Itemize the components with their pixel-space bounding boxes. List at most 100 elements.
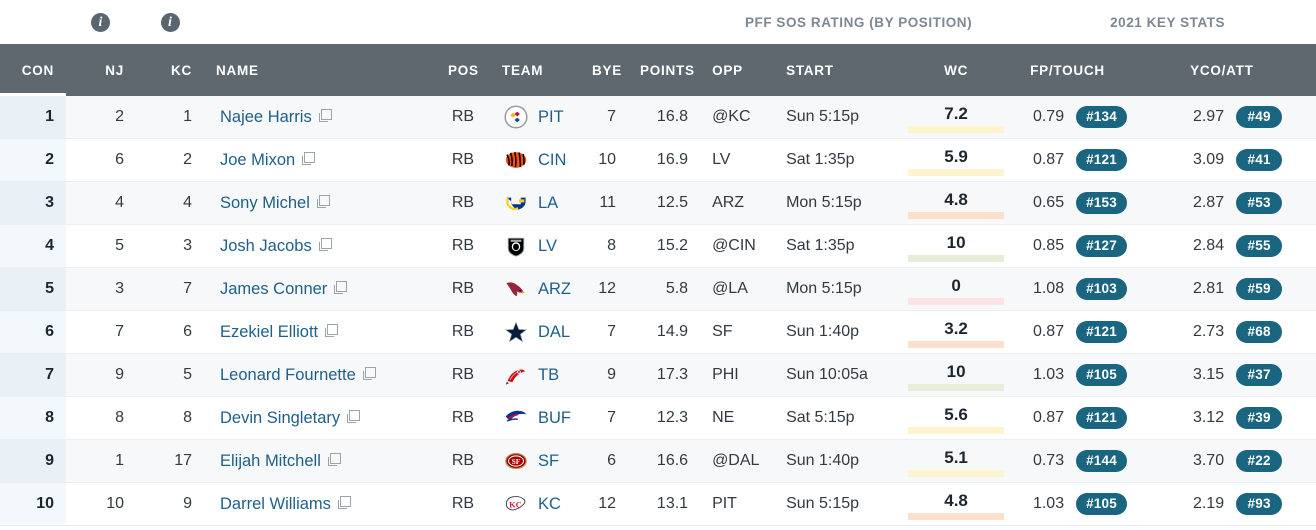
info-icon[interactable]: i (91, 12, 110, 32)
nj-info-button[interactable]: i (66, 0, 137, 44)
column-header-nj[interactable]: NJ (66, 44, 136, 96)
svg-text:KC: KC (509, 501, 522, 510)
cell-team: LA (490, 181, 580, 225)
cell-fp-touch-rank: #121 (1066, 396, 1179, 440)
cell-kc: 4 (136, 181, 204, 225)
column-header-points[interactable]: POINTS (628, 44, 701, 96)
team-abbr-link[interactable]: LA (538, 194, 558, 213)
player-name-link[interactable]: Joe Mixon (220, 151, 295, 169)
column-header-pos[interactable]: POS (436, 44, 490, 96)
cell-player-name: Darrel Williams (204, 482, 436, 526)
table-row[interactable]: 1 2 1 Najee Harris RB . PIT 7 16.8 @KC S… (0, 96, 1316, 139)
player-rankings-table: i i PFF SOS RATING (BY POSITION) 2021 KE… (0, 0, 1316, 526)
cell-start-time: Mon 5:15p (774, 267, 895, 311)
status-badge: #49 (1236, 106, 1283, 128)
cell-yco-att-rank: #93 (1226, 482, 1316, 526)
status-badge: #53 (1236, 192, 1283, 214)
kc-info-button[interactable]: i (136, 0, 205, 44)
column-header-team[interactable]: TEAM (490, 44, 580, 96)
group-spacer-mid (204, 0, 701, 44)
table-row[interactable]: 4 5 3 Josh Jacobs RB LV 8 15.2 @CIN Sat … (0, 224, 1316, 268)
player-name-link[interactable]: Josh Jacobs (220, 237, 312, 255)
wc-rating-value: 7.2 (944, 103, 968, 123)
cell-fp-touch-rank: #121 (1066, 310, 1179, 354)
cell-con: 3 (0, 181, 66, 225)
player-name-link[interactable]: Sony Michel (220, 194, 310, 212)
player-name-link[interactable]: James Conner (220, 280, 327, 298)
column-header-kc[interactable]: KC (136, 44, 204, 96)
team-abbr-link[interactable]: KC (538, 495, 561, 514)
player-name-link[interactable]: Darrel Williams (220, 495, 331, 513)
table-row[interactable]: 9 1 17 Elijah Mitchell RB SF SF 6 16.6 @… (0, 439, 1316, 483)
table-row[interactable]: 7 9 5 Leonard Fournette RB TB 9 17.3 PHI… (0, 353, 1316, 397)
cell-fp-touch: 0.87 (1018, 396, 1067, 440)
team-abbr-link[interactable]: TB (538, 366, 559, 385)
cell-points: 12.3 (628, 396, 701, 440)
column-header-yco-att[interactable]: YCO/ATT (1178, 44, 1316, 96)
copy-icon[interactable] (334, 281, 348, 295)
table-row[interactable]: 6 7 6 Ezekiel Elliott RB DAL 7 14.9 SF S… (0, 310, 1316, 354)
copy-icon[interactable] (325, 324, 339, 338)
cell-fp-touch-rank: #121 (1066, 138, 1179, 182)
table-row[interactable]: 3 4 4 Sony Michel RB LA 11 12.5 ARZ Mon … (0, 181, 1316, 225)
copy-icon[interactable] (302, 152, 316, 166)
copy-icon[interactable] (318, 238, 332, 252)
bills-logo (504, 406, 528, 430)
cell-opponent: PHI (700, 353, 775, 397)
team-abbr-link[interactable]: LV (538, 237, 557, 256)
column-header-start[interactable]: START (774, 44, 895, 96)
team-abbr-link[interactable]: PIT (538, 108, 564, 127)
cell-opponent: PIT (700, 482, 775, 526)
column-header-bye[interactable]: BYE (580, 44, 628, 96)
group-spacer-left (0, 0, 66, 44)
cell-fp-touch-rank: #134 (1066, 96, 1179, 139)
column-header-fp-touch[interactable]: FP/TOUCH (1018, 44, 1179, 96)
cell-kc: 7 (136, 267, 204, 311)
cell-wc-rating: 3.2 (894, 310, 1019, 354)
chiefs-logo: KC (504, 492, 528, 516)
table-row[interactable]: 2 6 2 Joe Mixon RB CIN 10 16.9 LV Sat 1:… (0, 138, 1316, 182)
cardinals-logo (504, 277, 528, 301)
cell-bye: 7 (580, 310, 628, 354)
cell-opponent: ARZ (700, 181, 775, 225)
cell-bye: 11 (580, 181, 628, 225)
table-row[interactable]: 10 10 9 Darrel Williams RB KC KC 12 13.1… (0, 482, 1316, 526)
cell-nj: 2 (66, 96, 136, 139)
cell-yco-att-rank: #53 (1226, 181, 1316, 225)
column-header-name[interactable]: NAME (204, 44, 436, 96)
table-row[interactable]: 5 3 7 James Conner RB ARZ 12 5.8 @LA Mon… (0, 267, 1316, 311)
wc-rating-track (908, 297, 1005, 305)
copy-icon[interactable] (318, 109, 332, 123)
wc-rating-track (908, 125, 1005, 133)
column-header-wc[interactable]: WC (894, 44, 1019, 96)
copy-icon[interactable] (316, 195, 330, 209)
column-header-opp[interactable]: OPP (700, 44, 775, 96)
team-abbr-link[interactable]: SF (538, 452, 559, 471)
team-abbr-link[interactable]: ARZ (538, 280, 571, 299)
cell-bye: 10 (580, 138, 628, 182)
status-badge: #59 (1236, 278, 1283, 300)
team-abbr-link[interactable]: BUF (538, 409, 571, 428)
cell-start-time: Sun 5:15p (774, 96, 895, 139)
cell-points: 17.3 (628, 353, 701, 397)
info-icon[interactable]: i (160, 12, 180, 32)
column-header-con[interactable]: CON (0, 44, 66, 96)
copy-icon[interactable] (362, 367, 376, 381)
wc-rating-track (908, 168, 1005, 176)
column-header-row: CON NJ KC NAME POS TEAM BYE POINTS OPP S… (0, 44, 1316, 96)
cell-start-time: Sat 1:35p (774, 138, 895, 182)
copy-icon[interactable] (327, 453, 341, 467)
status-badge: #22 (1236, 450, 1283, 472)
player-name-link[interactable]: Najee Harris (220, 108, 312, 126)
wc-rating-track (908, 211, 1005, 219)
team-abbr-link[interactable]: DAL (538, 323, 570, 342)
copy-icon[interactable] (347, 410, 361, 424)
table-row[interactable]: 8 8 8 Devin Singletary RB BUF 7 12.3 NE … (0, 396, 1316, 440)
copy-icon[interactable] (337, 496, 351, 510)
player-name-link[interactable]: Devin Singletary (220, 409, 340, 427)
team-abbr-link[interactable]: CIN (538, 151, 566, 170)
player-name-link[interactable]: Elijah Mitchell (220, 452, 321, 470)
cell-wc-rating: 5.6 (894, 396, 1019, 440)
player-name-link[interactable]: Leonard Fournette (220, 366, 356, 384)
player-name-link[interactable]: Ezekiel Elliott (220, 323, 318, 341)
